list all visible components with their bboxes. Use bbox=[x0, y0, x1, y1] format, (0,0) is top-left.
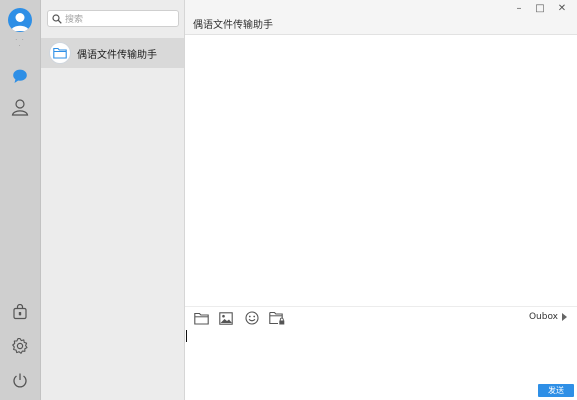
folder-icon bbox=[193, 312, 209, 325]
chat-bubble-icon bbox=[13, 69, 27, 83]
contacts-nav-button[interactable] bbox=[8, 95, 32, 119]
message-input[interactable]: 发送 bbox=[185, 328, 577, 400]
chat-panel: 偶语文件传输助手 – □ ✕ Oubox 发送 bbox=[185, 0, 577, 400]
user-avatar[interactable] bbox=[8, 8, 32, 32]
close-button[interactable]: ✕ bbox=[553, 2, 571, 16]
search-input[interactable]: 搜索 bbox=[65, 12, 83, 25]
folder-icon bbox=[53, 47, 67, 59]
emoji-button[interactable] bbox=[244, 310, 260, 326]
contacts-icon bbox=[11, 99, 29, 116]
send-button[interactable]: 发送 bbox=[538, 384, 574, 397]
play-arrow-icon bbox=[562, 312, 567, 321]
minimize-button[interactable]: – bbox=[510, 2, 528, 16]
avatar-icon bbox=[11, 13, 29, 31]
gear-icon bbox=[12, 337, 28, 354]
search-icon bbox=[52, 13, 62, 24]
send-image-button[interactable] bbox=[218, 310, 234, 326]
outbox-label: Oubox bbox=[528, 312, 558, 322]
settings-button[interactable] bbox=[8, 334, 32, 358]
emoji-icon bbox=[245, 311, 259, 325]
power-icon bbox=[13, 373, 27, 388]
outbox-link[interactable]: Oubox bbox=[529, 312, 567, 322]
image-icon bbox=[219, 311, 233, 325]
lock-file-icon bbox=[13, 304, 27, 320]
nav-rail: · · · bbox=[0, 0, 41, 400]
search-box[interactable]: 搜索 bbox=[47, 10, 179, 27]
avatar-status: · · · bbox=[15, 36, 25, 50]
send-secure-file-button[interactable] bbox=[269, 310, 285, 326]
text-cursor bbox=[186, 330, 187, 342]
folder-lock-icon bbox=[269, 311, 285, 325]
lock-file-button[interactable] bbox=[8, 300, 32, 324]
session-item-file-transfer[interactable]: 偶语文件传输助手 bbox=[41, 38, 184, 68]
input-toolbar: Oubox bbox=[185, 306, 577, 328]
send-file-button[interactable] bbox=[193, 310, 209, 326]
power-button[interactable] bbox=[8, 368, 32, 392]
chat-header: 偶语文件传输助手 – □ ✕ bbox=[185, 0, 577, 35]
session-avatar bbox=[49, 42, 71, 64]
message-area bbox=[185, 36, 577, 306]
session-list-panel: 搜索 偶语文件传输助手 bbox=[41, 0, 185, 400]
maximize-button[interactable]: □ bbox=[531, 2, 549, 16]
session-name: 偶语文件传输助手 bbox=[77, 49, 157, 61]
chat-title: 偶语文件传输助手 bbox=[193, 20, 273, 31]
chat-nav-button[interactable] bbox=[8, 64, 32, 88]
